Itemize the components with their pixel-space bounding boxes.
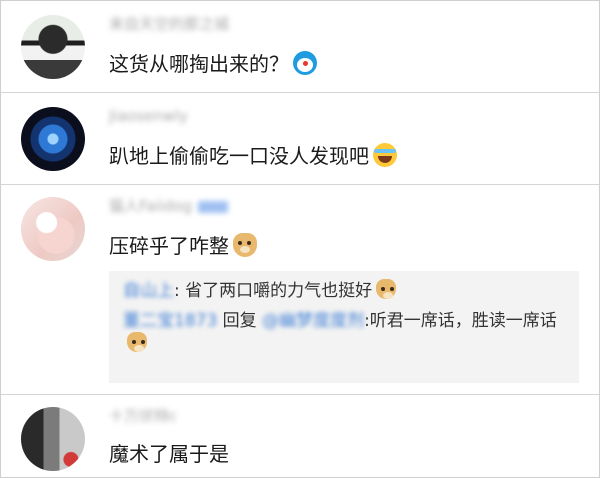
doge-emoji-icon bbox=[376, 279, 397, 299]
reply-author[interactable]: 自山上 bbox=[123, 281, 174, 301]
comment-text: 压碎乎了咋整 bbox=[109, 233, 257, 259]
reply-item[interactable]: 自山上: 省了两口嚼的力气也挺好 bbox=[123, 279, 565, 302]
reply-text: 省了两口嚼的力气也挺好 bbox=[185, 281, 373, 301]
comment-item: Jiaosenwly 趴地上偷偷吃一口没人发现吧 bbox=[1, 93, 599, 185]
comment-text: 这货从哪掏出来的？ bbox=[109, 51, 317, 77]
username-text: 猫人Faiidog bbox=[109, 197, 192, 215]
reply-word: 回复 bbox=[222, 311, 257, 331]
comment-body: 趴地上偷偷吃一口没人发现吧 bbox=[109, 144, 369, 168]
reply-list[interactable]: 自山上: 省了两口嚼的力气也挺好 董二宝1873 回复 @幽梦度度剂:听君一席话… bbox=[109, 271, 579, 383]
avatar[interactable] bbox=[21, 107, 85, 171]
comment-username[interactable]: Jiaosenwly bbox=[109, 107, 189, 125]
comment-item: 猫人Faiidog 压碎乎了咋整 自山上: 省了两口嚼的力气也挺好 董二宝187… bbox=[1, 185, 599, 395]
reply-author[interactable]: 董二宝1873 bbox=[123, 311, 217, 331]
reply-target[interactable]: @幽梦度度剂 bbox=[262, 311, 364, 331]
avatar[interactable] bbox=[21, 15, 85, 79]
reply-colon: : bbox=[174, 281, 186, 301]
laughing-crying-emoji-icon bbox=[373, 143, 397, 167]
avatar[interactable] bbox=[21, 197, 85, 261]
reply-text: :听君一席话，胜读一席话 bbox=[364, 311, 557, 331]
comment-username[interactable]: 十万伏特c bbox=[109, 407, 189, 425]
doraemon-emoji-icon bbox=[293, 51, 317, 75]
doge-emoji-icon bbox=[127, 332, 147, 352]
comment-item: 来自天空的那之城 这货从哪掏出来的？ bbox=[1, 1, 599, 93]
comment-body: 魔术了属于是 bbox=[109, 442, 229, 466]
comment-text: 趴地上偷偷吃一口没人发现吧 bbox=[109, 143, 397, 169]
doge-emoji-icon bbox=[233, 233, 257, 257]
avatar[interactable] bbox=[21, 407, 85, 471]
comment-thread: 来自天空的那之城 这货从哪掏出来的？ Jiaosenwly 趴地上偷偷吃一口没人… bbox=[0, 0, 600, 478]
comment-body: 这货从哪掏出来的？ bbox=[109, 52, 289, 76]
comment-text: 魔术了属于是 bbox=[109, 441, 229, 467]
member-badge bbox=[198, 200, 228, 213]
comment-username[interactable]: 猫人Faiidog bbox=[109, 197, 228, 215]
reply-item[interactable]: 董二宝1873 回复 @幽梦度度剂:听君一席话，胜读一席话 bbox=[123, 310, 565, 355]
comment-body: 压碎乎了咋整 bbox=[109, 234, 229, 258]
comment-username[interactable]: 来自天空的那之城 bbox=[109, 15, 229, 33]
comment-item: 十万伏特c 魔术了属于是 bbox=[1, 395, 599, 477]
